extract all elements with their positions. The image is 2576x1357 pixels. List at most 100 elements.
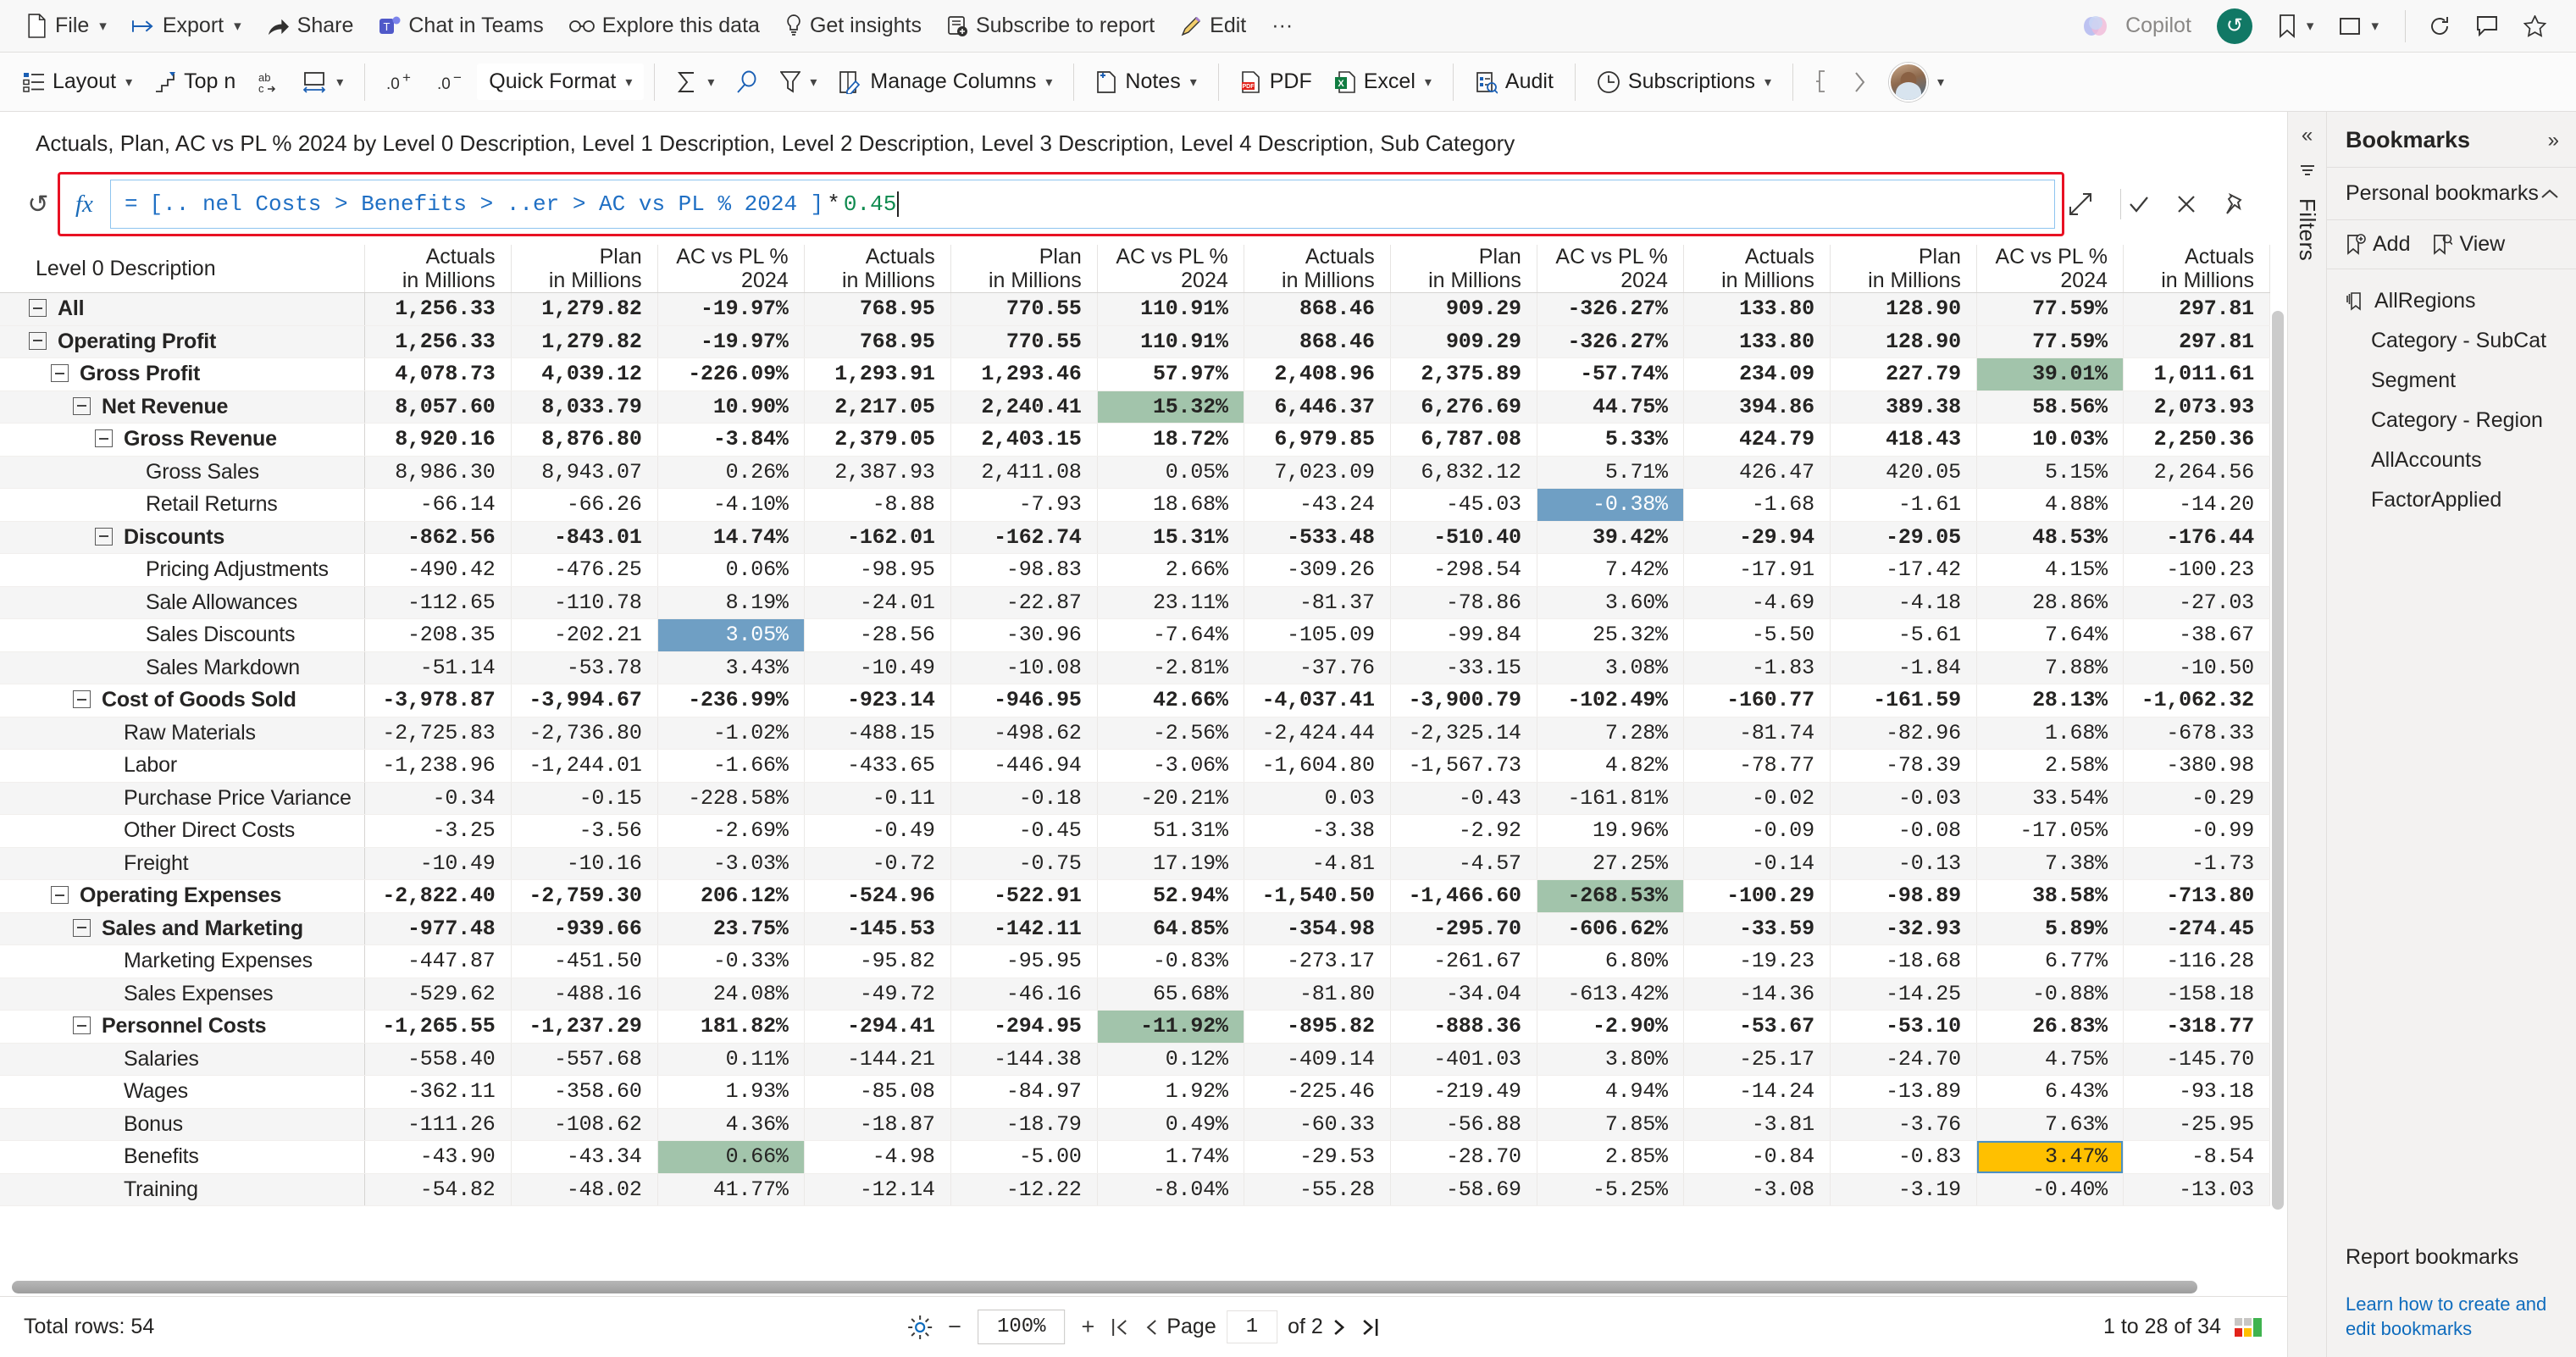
column-header-11[interactable]: AC vs PL % 2024 <box>1976 245 2124 293</box>
table-cell[interactable]: 2,387.93 <box>804 456 951 489</box>
row-label-cell[interactable]: Training <box>0 1173 365 1206</box>
table-cell[interactable]: -0.15 <box>511 782 658 815</box>
table-cell[interactable]: -13.89 <box>1830 1075 1977 1109</box>
table-cell[interactable]: -0.13 <box>1830 847 1977 880</box>
table-cell[interactable]: 28.13% <box>1976 684 2124 717</box>
table-cell[interactable]: -19.23 <box>1683 944 1831 978</box>
table-cell[interactable]: -14.25 <box>1830 978 1977 1011</box>
table-cell[interactable]: 418.43 <box>1830 423 1977 457</box>
table-cell[interactable]: 2,375.89 <box>1390 357 1537 391</box>
table-cell[interactable]: -0.75 <box>950 847 1098 880</box>
row-label-cell[interactable]: Raw Materials <box>0 717 365 750</box>
formula-input[interactable]: = [.. nel Costs > Benefits > ..er > AC v… <box>109 180 2055 229</box>
favorite-button[interactable] <box>2512 9 2557 43</box>
zoom-out-button[interactable]: − <box>940 1314 969 1340</box>
table-row[interactable]: Net Revenue 8,057.60 8,033.79 10.90% 2,217.0… <box>0 390 2271 424</box>
row-label-cell[interactable]: All <box>0 292 365 326</box>
table-row[interactable]: Sales Markdown -51.14 -53.78 3.43% -10.49 -10… <box>0 651 2271 684</box>
table-cell[interactable]: -38.67 <box>2123 618 2271 652</box>
horizontal-scrollbar[interactable] <box>12 1281 2250 1293</box>
table-cell[interactable]: -95.82 <box>804 944 951 978</box>
table-row[interactable]: Other Direct Costs -3.25 -3.56 -2.69% -0.49-… <box>0 814 2271 848</box>
horizontal-scrollbar-thumb[interactable] <box>12 1281 2197 1293</box>
table-cell[interactable]: -1.02% <box>657 717 805 750</box>
table-cell[interactable]: 18.72% <box>1097 423 1244 457</box>
table-cell[interactable]: -8.54 <box>2123 1140 2271 1174</box>
table-cell[interactable]: -1,466.60 <box>1390 879 1537 913</box>
table-row[interactable]: Sales Expenses -529.62 -488.16 24.08% -49.72… <box>0 978 2271 1011</box>
table-cell[interactable]: 27.25% <box>1537 847 1684 880</box>
table-cell[interactable]: 3.80% <box>1537 1043 1684 1076</box>
table-cell[interactable]: -81.74 <box>1683 717 1831 750</box>
table-cell[interactable]: 3.08% <box>1537 651 1684 684</box>
table-cell[interactable]: 133.80 <box>1683 292 1831 326</box>
table-cell[interactable]: -20.21% <box>1097 782 1244 815</box>
column-header-row-label[interactable]: Level 0 Description <box>0 245 365 293</box>
table-row[interactable]: Personnel Costs -1,265.55 -1,237.29 181.82%… <box>0 1010 2271 1044</box>
table-cell[interactable]: 206.12% <box>657 879 805 913</box>
table-cell[interactable]: 39.42% <box>1537 521 1684 554</box>
table-cell[interactable]: 6,446.37 <box>1244 390 1391 424</box>
table-cell[interactable]: -18.79 <box>950 1108 1098 1141</box>
row-label-cell[interactable]: Discounts <box>0 521 365 554</box>
menu-item-edit[interactable]: Edit <box>1169 8 1257 44</box>
table-cell[interactable]: -60.33 <box>1244 1108 1391 1141</box>
table-cell-highlighted[interactable]: -268.53% <box>1537 879 1684 913</box>
table-cell[interactable]: 51.31% <box>1097 814 1244 848</box>
table-cell[interactable]: 0.06% <box>657 553 805 587</box>
table-cell[interactable]: -2.81% <box>1097 651 1244 684</box>
table-cell[interactable]: 424.79 <box>1683 423 1831 457</box>
table-cell[interactable]: -354.98 <box>1244 912 1391 945</box>
table-cell[interactable]: 2,250.36 <box>2123 423 2271 457</box>
table-cell[interactable]: -22.87 <box>950 586 1098 619</box>
table-cell-highlighted[interactable]: 3.47% <box>1976 1140 2124 1174</box>
table-cell[interactable]: -66.14 <box>364 488 512 522</box>
table-cell[interactable]: 768.95 <box>804 292 951 326</box>
table-cell[interactable]: 8,920.16 <box>364 423 512 457</box>
table-row[interactable]: Bonus -111.26 -108.62 4.36% -18.87 -18.79 0.49… <box>0 1108 2271 1141</box>
table-cell[interactable]: -510.40 <box>1390 521 1537 554</box>
row-label-cell[interactable]: Pricing Adjustments <box>0 553 365 587</box>
table-cell[interactable]: 23.11% <box>1097 586 1244 619</box>
column-header-4[interactable]: Plan in Millions <box>950 245 1098 293</box>
column-header-12[interactable]: Actuals in Millions <box>2123 245 2271 293</box>
table-cell[interactable]: -24.01 <box>804 586 951 619</box>
ribbon-decimal-increase-button[interactable]: .0 + <box>375 65 426 99</box>
collapse-toggle-icon[interactable] <box>29 331 47 350</box>
table-cell[interactable]: 768.95 <box>804 325 951 358</box>
table-cell[interactable]: -557.68 <box>511 1043 658 1076</box>
table-cell[interactable]: -3,994.67 <box>511 684 658 717</box>
table-cell[interactable]: -18.68 <box>1830 944 1977 978</box>
table-cell[interactable]: -488.15 <box>804 717 951 750</box>
table-cell[interactable]: -1.61 <box>1830 488 1977 522</box>
table-cell[interactable]: -939.66 <box>511 912 658 945</box>
table-cell[interactable]: -158.18 <box>2123 978 2271 1011</box>
table-cell[interactable]: -862.56 <box>364 521 512 554</box>
table-cell[interactable]: -533.48 <box>1244 521 1391 554</box>
table-cell[interactable]: 10.90% <box>657 390 805 424</box>
table-cell[interactable]: 4.15% <box>1976 553 2124 587</box>
view-menu-button[interactable]: ▾ <box>2328 10 2390 42</box>
table-cell[interactable]: -10.50 <box>2123 651 2271 684</box>
table-cell[interactable]: 5.89% <box>1976 912 2124 945</box>
table-cell[interactable]: -447.87 <box>364 944 512 978</box>
table-cell[interactable]: -17.42 <box>1830 553 1977 587</box>
table-cell[interactable]: -30.96 <box>950 618 1098 652</box>
table-cell[interactable]: -946.95 <box>950 684 1098 717</box>
table-cell[interactable]: 18.68% <box>1097 488 1244 522</box>
row-label-cell[interactable]: Salaries <box>0 1043 365 1076</box>
table-cell[interactable]: -228.58% <box>657 782 805 815</box>
table-row[interactable]: All 1,256.33 1,279.82 -19.97% 768.95 770.55 11… <box>0 292 2271 326</box>
table-cell[interactable]: -295.70 <box>1390 912 1537 945</box>
row-label-cell[interactable]: Other Direct Costs <box>0 814 365 848</box>
table-cell[interactable]: -0.40% <box>1976 1173 2124 1206</box>
table-cell[interactable]: -843.01 <box>511 521 658 554</box>
table-cell[interactable]: -32.93 <box>1830 912 1977 945</box>
bookmark-menu-button[interactable]: ▾ <box>2267 8 2325 44</box>
table-cell[interactable]: -2,725.83 <box>364 717 512 750</box>
table-cell[interactable]: -46.16 <box>950 978 1098 1011</box>
table-cell[interactable]: 7.88% <box>1976 651 2124 684</box>
table-cell[interactable]: 41.77% <box>657 1173 805 1206</box>
table-row[interactable]: Freight -10.49 -10.16 -3.03% -0.72 -0.75 17.19… <box>0 847 2271 880</box>
row-label-cell[interactable]: Personnel Costs <box>0 1010 365 1044</box>
